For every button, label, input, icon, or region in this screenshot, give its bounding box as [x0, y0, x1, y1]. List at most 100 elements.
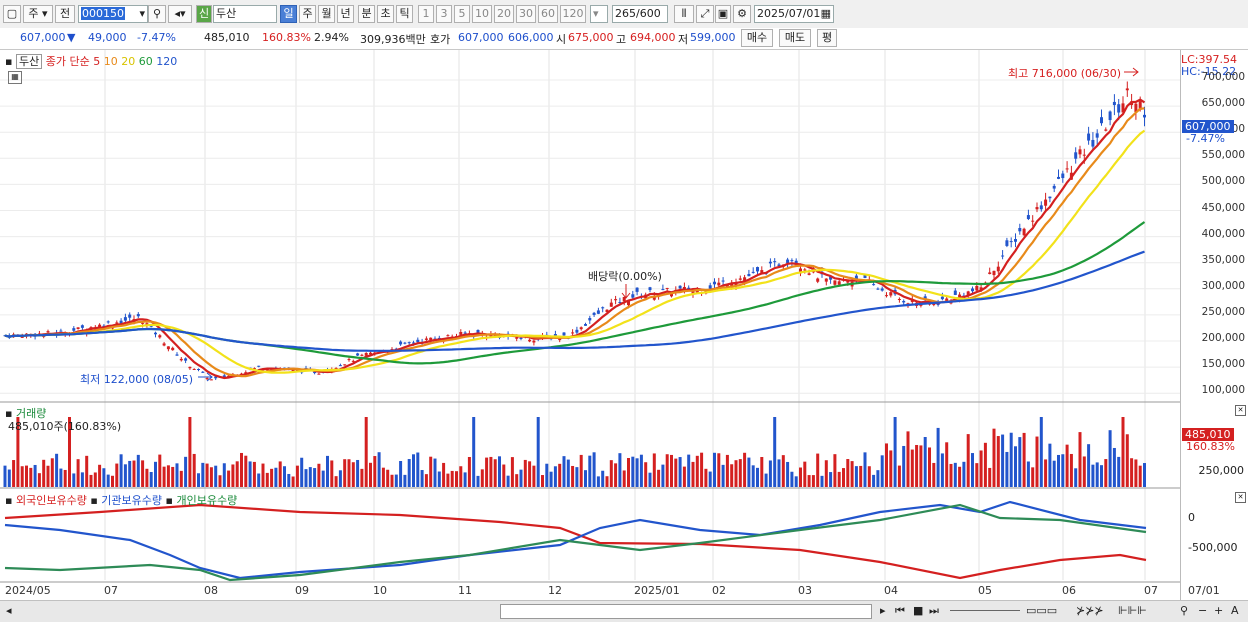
zoom-in-icon[interactable]: + [1214, 604, 1223, 617]
volume-bar [308, 467, 312, 487]
candle-body [971, 288, 974, 292]
candle-body [661, 289, 665, 291]
num-5[interactable]: 5 [454, 5, 470, 23]
scroll-left-icon[interactable]: ◂ [6, 604, 12, 617]
volume-bar [330, 460, 334, 487]
zoom-slider[interactable] [950, 610, 1020, 611]
candle-icon[interactable]: ⫴ [674, 5, 694, 23]
period-minute[interactable]: 분 [358, 5, 375, 23]
period-year[interactable]: 년 [337, 5, 354, 23]
layout-icon[interactable]: ▭▭▭ [1026, 604, 1057, 617]
search-icon[interactable]: ⚲ [148, 5, 166, 23]
chevron-down-icon[interactable]: ▾ [590, 5, 608, 23]
legend-title[interactable]: 두산 [15, 54, 43, 69]
candle-body [424, 338, 428, 340]
candle-body [751, 271, 755, 273]
candle-body [403, 342, 407, 344]
first-icon[interactable]: ⏮ [895, 604, 905, 618]
volume-bar [928, 447, 931, 487]
num-10[interactable]: 10 [472, 5, 492, 23]
scroll-right-icon[interactable]: ▸ [880, 604, 886, 617]
volume-bar [678, 457, 682, 487]
volume-bar [674, 458, 678, 487]
volume-bar [149, 471, 153, 487]
prev-button[interactable]: 전 [55, 5, 75, 23]
gear-icon[interactable]: ⚙ [733, 5, 751, 23]
count-field[interactable]: 265/600 [612, 5, 668, 23]
x-label: 11 [458, 584, 472, 597]
volume-bar [416, 452, 420, 487]
volume-bar [893, 417, 897, 487]
volume-bar [979, 450, 983, 487]
volume-bar [85, 455, 89, 487]
speaker-icon[interactable]: ◂▾ [168, 5, 192, 23]
sell-button[interactable]: 매도 [779, 29, 811, 47]
volume-bar [889, 450, 893, 487]
candle-body [713, 281, 716, 285]
volume-bar [553, 466, 557, 487]
zoom-icon[interactable]: ⚲ [1180, 604, 1188, 617]
volume-bar [7, 469, 11, 487]
date-field[interactable]: 2025/07/01 ▦ [754, 5, 834, 23]
volume-bar [618, 453, 622, 487]
crosshair-icon[interactable]: ⤢ [696, 5, 714, 23]
scrollbar-thumb[interactable] [500, 604, 872, 619]
volume-bar [644, 462, 648, 487]
x-label: 2025/01 [634, 584, 680, 597]
candle-body [889, 292, 893, 296]
candle-body [59, 330, 63, 332]
num-20[interactable]: 20 [494, 5, 514, 23]
candle-body [584, 324, 587, 326]
volume-bar [1100, 465, 1103, 487]
volume-bar [442, 462, 446, 487]
volume-bar [1069, 453, 1073, 487]
volume-bar [119, 454, 123, 487]
save-icon[interactable]: ▣ [715, 5, 731, 23]
volume-bar [1001, 434, 1005, 487]
buy-button[interactable]: 매수 [741, 29, 773, 47]
num-60[interactable]: 60 [538, 5, 558, 23]
avg-button[interactable]: 평 [817, 29, 837, 47]
period-month[interactable]: 월 [318, 5, 335, 23]
num-120[interactable]: 120 [560, 5, 586, 23]
table-icon[interactable]: ▦ [8, 71, 22, 84]
num-30[interactable]: 30 [516, 5, 536, 23]
volume-bar [407, 459, 411, 487]
period-day[interactable]: 일 [280, 5, 297, 23]
x-label: 07 [104, 584, 118, 597]
volume-bar [446, 473, 450, 487]
volume-bar [639, 454, 643, 487]
volume-bar [803, 461, 807, 487]
candle-body [257, 365, 261, 367]
window-icon[interactable]: ▢ [3, 5, 21, 23]
volume-bar [786, 461, 790, 487]
zoom-out-icon[interactable]: − [1198, 604, 1207, 617]
volume-bar [283, 466, 286, 487]
volume-bar [467, 456, 471, 487]
stock-name-field[interactable]: 두산 [213, 5, 277, 23]
period-second[interactable]: 초 [377, 5, 394, 23]
volume-bar [902, 445, 906, 487]
price-tick: 650,000 [1201, 97, 1245, 110]
bars-icon[interactable]: ⊩⊩⊩ [1118, 604, 1147, 617]
num-3[interactable]: 3 [436, 5, 452, 23]
chevron-down-icon: ▾ [139, 7, 145, 20]
candle-body [992, 270, 996, 276]
tools-icon[interactable]: ⊁⊁⊁ [1076, 604, 1104, 617]
last-volume-pct: 160.83% [1186, 440, 1235, 453]
period-tick[interactable]: 틱 [396, 5, 413, 23]
stock-code-input[interactable]: 000150 ▾ [78, 5, 148, 23]
last-icon[interactable]: ⏭ [929, 604, 939, 618]
volume-bar [154, 461, 157, 487]
stock-chart[interactable] [0, 50, 1180, 600]
font-icon[interactable]: A [1231, 604, 1239, 617]
volume-bar [244, 455, 248, 487]
candle-body [562, 332, 566, 336]
period-week[interactable]: 주 [299, 5, 316, 23]
price-tick: 200,000 [1201, 332, 1245, 344]
stop-icon[interactable]: ■ [913, 604, 923, 617]
num-1[interactable]: 1 [418, 5, 434, 23]
volume-bar [102, 468, 106, 487]
market-select[interactable]: 주 ▾ [23, 5, 53, 23]
volume-bar [949, 463, 953, 487]
